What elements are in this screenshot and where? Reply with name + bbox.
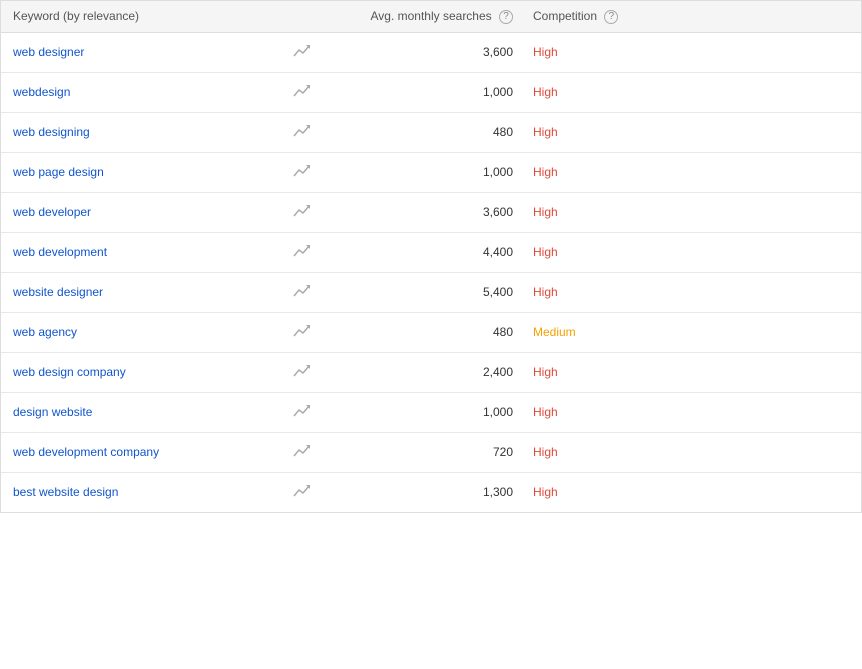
table-row: web designing 480 High xyxy=(1,113,861,153)
competition-cell: High xyxy=(513,285,673,299)
searches-label: Avg. monthly searches xyxy=(370,9,491,23)
keyword-table: Keyword (by relevance) Avg. monthly sear… xyxy=(0,0,862,513)
competition-cell: High xyxy=(513,85,673,99)
keyword-cell[interactable]: best website design xyxy=(13,485,293,499)
trend-icon[interactable] xyxy=(293,443,353,462)
competition-cell: High xyxy=(513,45,673,59)
searches-cell: 5,400 xyxy=(353,285,513,299)
trend-icon[interactable] xyxy=(293,203,353,222)
searches-cell: 2,400 xyxy=(353,365,513,379)
keyword-cell[interactable]: webdesign xyxy=(13,85,293,99)
searches-cell: 1,300 xyxy=(353,485,513,499)
keyword-column-header: Keyword (by relevance) xyxy=(13,9,293,23)
searches-cell: 3,600 xyxy=(353,45,513,59)
competition-column-header: Competition ? xyxy=(513,9,673,24)
competition-cell: High xyxy=(513,405,673,419)
keyword-cell[interactable]: web developer xyxy=(13,205,293,219)
searches-cell: 480 xyxy=(353,325,513,339)
competition-cell: High xyxy=(513,165,673,179)
table-row: design website 1,000 High xyxy=(1,393,861,433)
competition-cell: High xyxy=(513,445,673,459)
table-row: web page design 1,000 High xyxy=(1,153,861,193)
trend-icon[interactable] xyxy=(293,323,353,342)
searches-cell: 1,000 xyxy=(353,85,513,99)
table-row: web development 4,400 High xyxy=(1,233,861,273)
keyword-cell[interactable]: web designer xyxy=(13,45,293,59)
keyword-cell[interactable]: web agency xyxy=(13,325,293,339)
trend-icon[interactable] xyxy=(293,243,353,262)
competition-cell: High xyxy=(513,125,673,139)
competition-cell: Medium xyxy=(513,325,673,339)
competition-cell: High xyxy=(513,205,673,219)
trend-icon[interactable] xyxy=(293,403,353,422)
keyword-cell[interactable]: design website xyxy=(13,405,293,419)
table-row: best website design 1,300 High xyxy=(1,473,861,512)
keyword-cell[interactable]: web development xyxy=(13,245,293,259)
table-body: web designer 3,600 High webdesign 1,000 … xyxy=(1,33,861,512)
table-row: web developer 3,600 High xyxy=(1,193,861,233)
competition-cell: High xyxy=(513,485,673,499)
table-row: website designer 5,400 High xyxy=(1,273,861,313)
competition-label: Competition xyxy=(533,9,597,23)
trend-icon[interactable] xyxy=(293,483,353,502)
keyword-cell[interactable]: website designer xyxy=(13,285,293,299)
competition-cell: High xyxy=(513,245,673,259)
table-row: web agency 480 Medium xyxy=(1,313,861,353)
trend-icon[interactable] xyxy=(293,363,353,382)
table-row: web designer 3,600 High xyxy=(1,33,861,73)
keyword-cell[interactable]: web page design xyxy=(13,165,293,179)
searches-cell: 480 xyxy=(353,125,513,139)
keyword-cell[interactable]: web designing xyxy=(13,125,293,139)
searches-column-header: Avg. monthly searches ? xyxy=(353,9,513,24)
trend-icon[interactable] xyxy=(293,43,353,62)
table-header: Keyword (by relevance) Avg. monthly sear… xyxy=(1,1,861,33)
searches-help-icon[interactable]: ? xyxy=(499,10,513,24)
trend-icon[interactable] xyxy=(293,163,353,182)
trend-icon[interactable] xyxy=(293,123,353,142)
searches-cell: 3,600 xyxy=(353,205,513,219)
trend-icon[interactable] xyxy=(293,83,353,102)
searches-cell: 4,400 xyxy=(353,245,513,259)
competition-help-icon[interactable]: ? xyxy=(604,10,618,24)
searches-cell: 720 xyxy=(353,445,513,459)
keyword-cell[interactable]: web development company xyxy=(13,445,293,459)
keyword-cell[interactable]: web design company xyxy=(13,365,293,379)
searches-cell: 1,000 xyxy=(353,165,513,179)
searches-cell: 1,000 xyxy=(353,405,513,419)
table-row: web design company 2,400 High xyxy=(1,353,861,393)
table-row: web development company 720 High xyxy=(1,433,861,473)
competition-cell: High xyxy=(513,365,673,379)
trend-icon[interactable] xyxy=(293,283,353,302)
table-row: webdesign 1,000 High xyxy=(1,73,861,113)
